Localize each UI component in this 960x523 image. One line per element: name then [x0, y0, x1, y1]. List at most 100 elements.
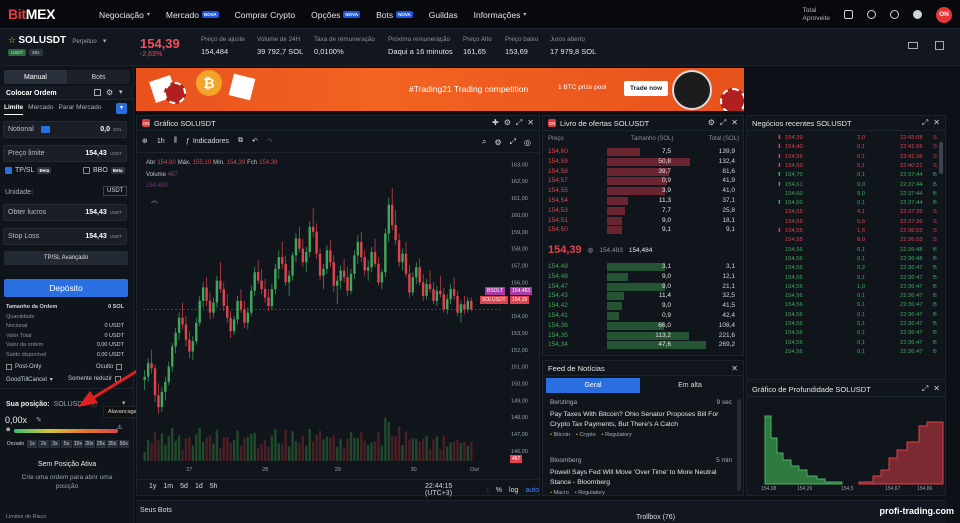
- bbo-toggle[interactable]: BBO Beta: [83, 167, 125, 174]
- post-only-checkbox[interactable]: [6, 364, 12, 370]
- nav-item-4[interactable]: Bots NOVA: [376, 10, 413, 20]
- order-book-row[interactable]: 154,51 9,0 18,1: [543, 216, 739, 227]
- leverage-preset[interactable]: 5x: [61, 440, 72, 448]
- time-in-force-select[interactable]: GoodTillCancel ▾: [6, 376, 53, 384]
- expand-icon[interactable]: ⤢: [720, 118, 726, 128]
- keyboard-icon[interactable]: [908, 42, 918, 49]
- news-tag[interactable]: • Regulatory: [602, 432, 632, 438]
- order-book-row[interactable]: 154,57 0,9 41,9: [543, 177, 739, 187]
- order-book-row[interactable]: 154,34 47,6 269,2: [543, 341, 739, 351]
- undo-icon[interactable]: ↶: [252, 137, 258, 145]
- chevron-down-icon[interactable]: ▾: [119, 88, 123, 96]
- bbo-checkbox[interactable]: [83, 167, 90, 174]
- bitmex-logo[interactable]: BitMEX: [8, 6, 56, 22]
- leverage-preset[interactable]: 1x: [26, 440, 38, 448]
- expand-icon[interactable]: ⤢: [516, 118, 522, 128]
- leverage-preset[interactable]: 2x: [38, 440, 49, 448]
- tab-manual[interactable]: Manual: [4, 70, 67, 84]
- order-book-row[interactable]: 154,60 7,5 139,9: [543, 148, 739, 158]
- order-type-tab[interactable]: Parar Mercado: [58, 104, 101, 115]
- news-tag[interactable]: • Crypto: [576, 432, 596, 438]
- range-button[interactable]: 1y: [149, 483, 156, 490]
- advanced-tpsl-button[interactable]: TP/SL Avançado: [4, 251, 128, 265]
- redo-icon[interactable]: ↷: [267, 137, 273, 145]
- popout-icon[interactable]: ⧉: [238, 137, 243, 145]
- zoom-icon[interactable]: ⌕: [482, 137, 486, 147]
- order-book-row[interactable]: 154,58 39,7 81,6: [543, 167, 739, 178]
- your-bots-label[interactable]: Seus Bots: [140, 507, 172, 514]
- notional-field[interactable]: Notional 0,0 SOL: [3, 121, 127, 138]
- auto-toggle[interactable]: auto: [525, 487, 539, 494]
- close-icon[interactable]: ✕: [933, 118, 940, 128]
- order-book-row[interactable]: 154,48 9,0 12,1: [543, 272, 739, 283]
- trade-now-button[interactable]: Trade now: [624, 81, 669, 96]
- settings-gear-icon[interactable]: ⚙: [106, 88, 113, 97]
- order-book-row[interactable]: 154,42 9,0 41,5: [543, 302, 739, 312]
- deposit-button[interactable]: Depósito: [4, 279, 128, 297]
- close-icon[interactable]: ✕: [527, 118, 534, 128]
- close-icon[interactable]: ✕: [731, 118, 738, 128]
- order-type-tab[interactable]: Mercado: [28, 104, 53, 115]
- news-tag[interactable]: • Regulatory: [575, 490, 605, 496]
- star-icon[interactable]: ☆: [8, 35, 16, 45]
- indicators-button[interactable]: ƒ Indicadores: [186, 138, 229, 145]
- order-book-row[interactable]: 154,49 3,1 3,1: [543, 263, 739, 273]
- order-book-row[interactable]: 154,50 9,1 9,1: [543, 226, 739, 236]
- depth-chart[interactable]: [747, 398, 947, 497]
- news-headline[interactable]: Powell Says Fed Will Move 'Over Time' to…: [550, 468, 732, 487]
- risk-limits-link[interactable]: Limites de Risco: [6, 514, 46, 520]
- order-book-row[interactable]: 154,59 50,8 132,4: [543, 157, 739, 168]
- order-book-row[interactable]: 154,36 66,0 108,4: [543, 321, 739, 332]
- avatar[interactable]: ON: [936, 6, 952, 23]
- range-button[interactable]: 5h: [210, 483, 218, 490]
- range-button[interactable]: 1m: [163, 483, 173, 490]
- camera-icon[interactable]: ◎: [524, 138, 531, 147]
- order-book-row[interactable]: 154,43 11,4 32,5: [543, 292, 739, 302]
- tpsl-checkbox[interactable]: [5, 167, 12, 174]
- notification-icon[interactable]: [867, 10, 876, 19]
- notional-selector-icon[interactable]: [40, 126, 50, 133]
- order-book-row[interactable]: 154,41 0,9 42,4: [543, 312, 739, 322]
- calculator-icon[interactable]: [94, 89, 101, 96]
- news-tag[interactable]: • Macro: [550, 490, 569, 496]
- news-item[interactable]: Bloomberg 5 min Powell Says Fed Will Move …: [550, 457, 732, 496]
- info-icon[interactable]: [913, 10, 922, 19]
- layout-icon[interactable]: [935, 41, 944, 50]
- expand-icon[interactable]: ⤢: [922, 118, 928, 128]
- order-book-row[interactable]: 154,47 9,0 21,1: [543, 282, 739, 293]
- tab-general[interactable]: Geral: [546, 378, 640, 393]
- order-book-row[interactable]: 154,55 3,9 41,0: [543, 187, 739, 197]
- settings-gear-icon[interactable]: ⚙: [504, 118, 511, 128]
- interval-selector[interactable]: 1h: [157, 138, 165, 145]
- news-headline[interactable]: Pay Taxes With Bitcoin? Ohio Senator Pro…: [550, 410, 732, 429]
- wallet-icon[interactable]: [844, 10, 853, 19]
- settings-gear-icon[interactable]: ⚙: [494, 138, 501, 147]
- order-book-row[interactable]: 154,53 7,7 25,8: [543, 206, 739, 217]
- symbol-selector[interactable]: ☆ SOLUSDT Perpétuo ▾ USDT 50x: [8, 35, 106, 56]
- range-button[interactable]: 5d: [180, 483, 188, 490]
- nav-item-6[interactable]: Informações ▾: [474, 10, 527, 20]
- take-profit-field[interactable]: Obter lucros 154,43 USDT: [3, 204, 127, 221]
- order-book-row[interactable]: 154,54 11,3 37,1: [543, 197, 739, 207]
- candle-type-icon[interactable]: ⫼: [174, 137, 177, 145]
- edit-pencil-icon[interactable]: ✎: [36, 416, 42, 424]
- leverage-preset[interactable]: Onzado: [5, 440, 26, 448]
- close-icon[interactable]: ✕: [933, 384, 940, 394]
- log-toggle[interactable]: log: [509, 487, 518, 494]
- trollbox-toggle[interactable]: Trollbox (76): [636, 514, 675, 521]
- tpsl-toggle[interactable]: TP/SL Beta: [5, 167, 52, 174]
- percent-toggle[interactable]: %: [496, 487, 502, 494]
- order-book-row[interactable]: 154,35 113,2 221,6: [543, 331, 739, 342]
- nav-item-0[interactable]: Negociação ▾: [99, 10, 150, 20]
- limit-price-field[interactable]: Preço limite 154,43 USDT: [3, 145, 127, 162]
- expand-icon[interactable]: ⤢: [922, 384, 928, 394]
- leverage-preset[interactable]: 25x: [95, 440, 107, 448]
- nav-item-2[interactable]: Comprar Crypto: [235, 10, 295, 20]
- settings-gear-icon[interactable]: ⚙: [708, 118, 715, 128]
- close-icon[interactable]: ✕: [731, 364, 738, 373]
- nav-item-3[interactable]: Opções NOVA: [311, 10, 361, 20]
- unit-selector[interactable]: USDT: [103, 186, 128, 196]
- add-circle-icon[interactable]: ⊕: [142, 137, 148, 145]
- leverage-preset[interactable]: 3x: [49, 440, 61, 448]
- add-icon[interactable]: ✚: [492, 118, 499, 128]
